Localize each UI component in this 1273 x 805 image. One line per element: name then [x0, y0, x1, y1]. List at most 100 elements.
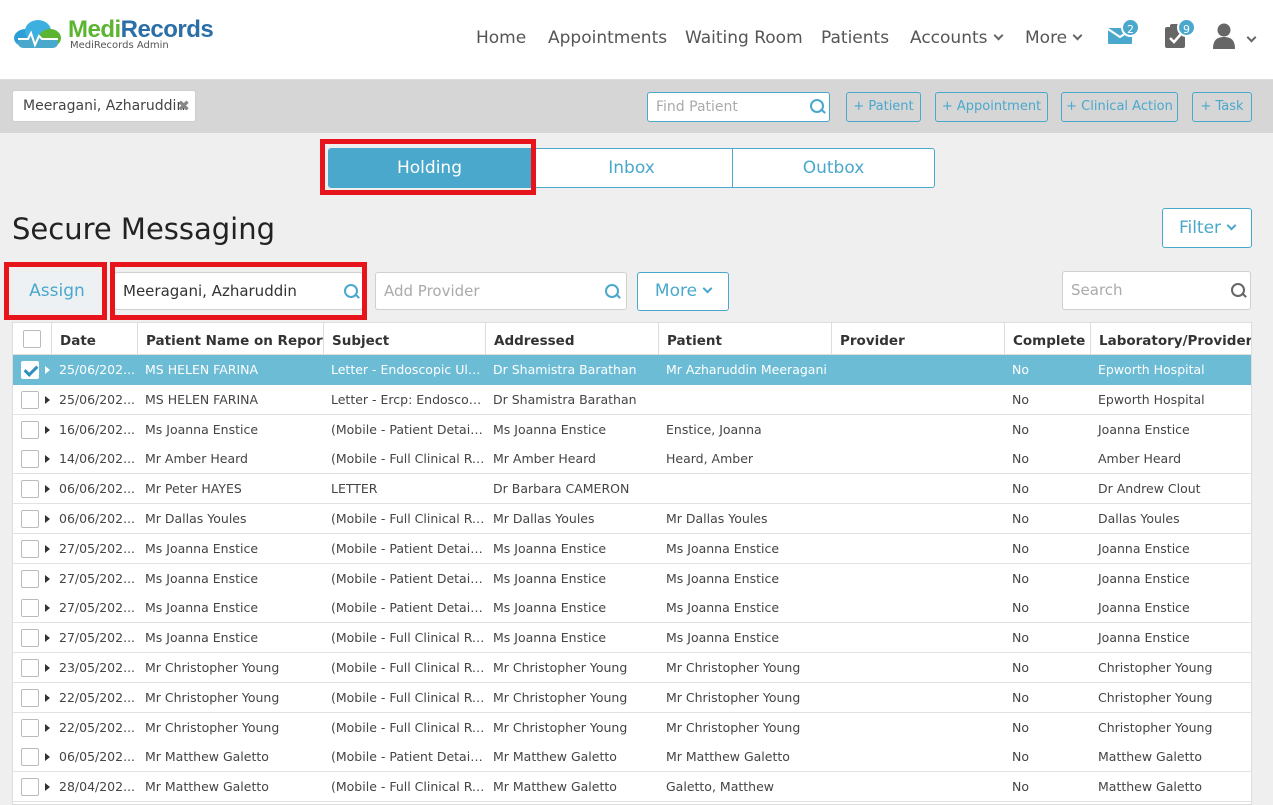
- search-icon[interactable]: [1231, 283, 1247, 299]
- table-row[interactable]: 06/06/202... Mr Peter HAYES LETTER Dr Barba…: [13, 474, 1251, 505]
- table-search-input[interactable]: [1071, 281, 1221, 299]
- nav-patients[interactable]: Patients: [821, 28, 889, 48]
- table-row[interactable]: 27/05/202... Ms Joanna Enstice (Mobile - F…: [13, 623, 1251, 654]
- more-actions-button[interactable]: More: [637, 272, 729, 311]
- cell-addressed: Mr Christopher Young: [493, 689, 628, 705]
- nav-waiting-room[interactable]: Waiting Room: [685, 28, 803, 48]
- row-checkbox[interactable]: [21, 420, 39, 439]
- user-menu[interactable]: [1212, 22, 1257, 54]
- nav-more[interactable]: More: [1025, 28, 1083, 48]
- column-provider[interactable]: Provider: [831, 323, 1004, 355]
- add-clinical-action-button[interactable]: + Clinical Action: [1061, 92, 1178, 122]
- expand-caret-icon[interactable]: [45, 574, 50, 583]
- row-checkbox[interactable]: [21, 450, 39, 469]
- column-addressed[interactable]: Addressed: [485, 323, 658, 355]
- messages-button[interactable]: 2: [1107, 18, 1140, 52]
- cell-patient: Ms Joanna Enstice: [666, 540, 780, 556]
- expand-caret-icon[interactable]: [45, 395, 50, 404]
- expand-caret-icon[interactable]: [45, 515, 50, 523]
- cell-subject: (Mobile - Patient Details)...: [331, 600, 485, 616]
- tab-outbox[interactable]: Outbox: [732, 149, 934, 187]
- column-patient[interactable]: Patient: [658, 323, 831, 355]
- add-patient-button[interactable]: + Patient: [846, 92, 921, 122]
- nav-home[interactable]: Home: [476, 28, 526, 48]
- row-checkbox[interactable]: [21, 778, 39, 797]
- add-task-button[interactable]: + Task: [1192, 92, 1252, 122]
- table-row[interactable]: 22/05/202... Mr Christopher Young (Mobile …: [13, 682, 1251, 713]
- cell-addressed: Mr Amber Heard: [493, 451, 596, 467]
- row-checkbox[interactable]: [21, 599, 39, 618]
- table-row[interactable]: 23/05/202... Mr Christopher Young (Mobile …: [13, 653, 1251, 683]
- cell-complete: No: [1012, 362, 1029, 377]
- tab-inbox[interactable]: Inbox: [530, 149, 732, 187]
- row-checkbox[interactable]: [21, 659, 39, 677]
- add-appointment-button[interactable]: + Appointment: [935, 92, 1048, 122]
- expand-caret-icon[interactable]: [45, 485, 50, 494]
- row-checkbox[interactable]: [21, 539, 39, 558]
- patient-bar: Meeragani, Azharuddin ✖ + Patient + Appo…: [0, 80, 1273, 133]
- row-checkbox[interactable]: [21, 718, 39, 737]
- table-row[interactable]: 22/05/202... Mr Christopher Young (Mobile …: [13, 712, 1251, 743]
- expand-caret-icon[interactable]: [45, 783, 50, 792]
- expand-caret-icon[interactable]: [45, 425, 50, 434]
- table-row[interactable]: 27/05/202... Ms Joanna Enstice (Mobile - P…: [13, 593, 1251, 624]
- search-icon[interactable]: [344, 284, 360, 300]
- search-icon[interactable]: [605, 284, 621, 300]
- expand-caret-icon[interactable]: [45, 693, 50, 702]
- filter-button[interactable]: Filter: [1162, 208, 1252, 248]
- row-checkbox[interactable]: [21, 480, 39, 499]
- expand-caret-icon[interactable]: [45, 604, 50, 613]
- find-patient-input[interactable]: [656, 99, 801, 115]
- row-checkbox[interactable]: [21, 569, 39, 588]
- table-row[interactable]: 28/04/202... Mr Matthew Galetto (Mobile - …: [13, 772, 1251, 803]
- column-laboratory-provider[interactable]: Laboratory/Provider: [1090, 323, 1251, 355]
- table-row[interactable]: 06/05/202... Mr Matthew Galetto (Mobile - …: [13, 742, 1251, 773]
- row-checkbox[interactable]: [21, 748, 39, 767]
- row-checkbox[interactable]: [21, 510, 39, 528]
- column-date[interactable]: Date: [51, 323, 137, 355]
- row-checkbox[interactable]: [21, 629, 39, 648]
- expand-caret-icon[interactable]: [45, 544, 50, 553]
- cell-date: 16/06/202...: [59, 421, 136, 437]
- expand-caret-icon[interactable]: [45, 664, 50, 672]
- table-row[interactable]: 27/05/202... Ms Joanna Enstice (Mobile - P…: [13, 563, 1251, 594]
- row-checkbox[interactable]: [21, 390, 39, 409]
- table-row[interactable]: 06/06/202... Mr Dallas Youles (Mobile - Fu…: [13, 504, 1251, 534]
- cell-patient-name-on-report: Mr Christopher Young: [145, 689, 280, 705]
- select-all-checkbox[interactable]: [23, 330, 41, 348]
- tab-holding[interactable]: Holding: [329, 149, 530, 187]
- table-row[interactable]: 25/06/202... MS HELEN FARINA Letter - Ercp…: [13, 384, 1251, 415]
- close-icon[interactable]: ✖: [177, 91, 190, 121]
- brand-logo[interactable]: MediRecords MediRecords Admin: [12, 18, 214, 51]
- expand-caret-icon[interactable]: [45, 753, 50, 762]
- find-patient-box: [647, 92, 830, 122]
- table-row[interactable]: 14/06/202... Mr Amber Heard (Mobile - Full…: [13, 444, 1251, 475]
- cell-laboratory-provider: Joanna Enstice: [1098, 421, 1190, 437]
- expand-caret-icon[interactable]: [45, 723, 50, 732]
- expand-caret-icon[interactable]: [45, 455, 50, 464]
- cell-complete: No: [1012, 719, 1029, 735]
- table-row[interactable]: 25/06/202... MS HELEN FARINA Letter - Endo…: [13, 355, 1251, 385]
- patient-assign-input[interactable]: [123, 282, 333, 300]
- nav-appointments[interactable]: Appointments: [548, 28, 667, 48]
- column-patient-name-on-report[interactable]: Patient Name on Report: [137, 323, 323, 355]
- cell-patient-name-on-report: Ms Joanna Enstice: [145, 421, 259, 437]
- expand-caret-icon[interactable]: [45, 634, 50, 643]
- cell-addressed: Mr Matthew Galetto: [493, 749, 617, 765]
- row-checkbox[interactable]: [21, 688, 39, 707]
- search-icon[interactable]: [810, 99, 826, 115]
- expand-caret-icon[interactable]: [45, 366, 50, 374]
- cell-date: 25/06/202...: [59, 391, 136, 407]
- add-provider-input[interactable]: [384, 282, 594, 300]
- assign-button[interactable]: Assign: [14, 272, 100, 310]
- column-complete[interactable]: Complete: [1004, 323, 1090, 355]
- table-row[interactable]: 27/05/202... Ms Joanna Enstice (Mobile - P…: [13, 533, 1251, 564]
- table-row[interactable]: 16/06/202... Ms Joanna Enstice (Mobile - P…: [13, 414, 1251, 445]
- cell-patient-name-on-report: Mr Dallas Youles: [145, 511, 247, 526]
- tasks-button[interactable]: 9: [1163, 18, 1196, 54]
- row-checkbox[interactable]: [21, 361, 39, 379]
- column-subject[interactable]: Subject: [323, 323, 485, 355]
- nav-accounts[interactable]: Accounts: [910, 28, 1003, 48]
- current-patient-tag[interactable]: Meeragani, Azharuddin ✖: [12, 90, 196, 122]
- cell-date: 06/06/202...: [59, 511, 136, 526]
